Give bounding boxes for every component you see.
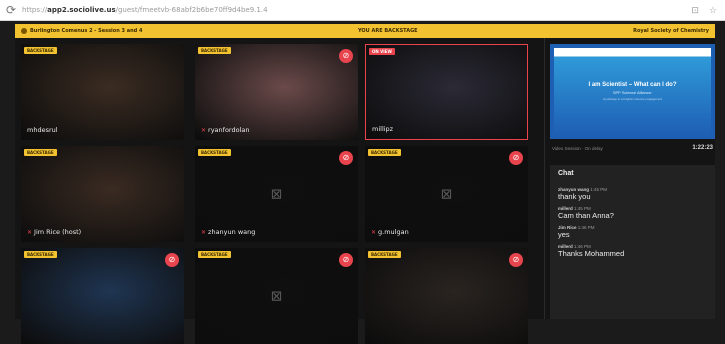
stage-badge: BACKSTAGE [198,149,231,156]
session-label: Video Session · On delay [552,145,603,151]
mic-muted-icon: ✕ [27,228,33,236]
camera-off-placeholder-icon: ⊠ [270,185,283,202]
video-off-icon[interactable]: ⊘ [339,253,353,267]
panel-divider [544,38,545,319]
event-banner: Burlington Comenus 2 - Session 3 and 4 Y… [15,24,715,38]
mic-muted-icon: ✕ [201,126,207,134]
video-tile[interactable]: BACKSTAGE ✕ Jim Rice (host) [21,146,184,242]
stage-badge: BACKSTAGE [198,47,231,54]
video-feed [365,248,528,344]
organization-name: Royal Society of Chemistry [633,28,709,34]
camera-off-placeholder-icon: ⊠ [270,287,283,304]
video-off-icon[interactable]: ⊘ [339,151,353,165]
video-tile[interactable]: BACKSTAGE ⊘ ✕ ryanfordolan [195,44,358,140]
side-panel: I am Scientist – What can I do? SPP Scie… [550,44,715,319]
chat-text: yes [558,230,570,239]
url-host: app2.sociolive.us [47,6,116,14]
reload-icon[interactable]: ⟳ [0,3,22,17]
url-text[interactable]: https://app2.sociolive.us/guest/fmeetvb-… [22,6,665,14]
participant-name-label: g.mulgan [378,228,409,236]
participant-name-label: ryanfordolan [208,126,250,134]
browser-address-bar[interactable]: ⟳ https://app2.sociolive.us/guest/fmeetv… [0,0,725,21]
presentation-slide[interactable]: I am Scientist – What can I do? SPP Scie… [550,44,715,139]
participant-name-label: millipz [372,125,394,133]
participant-name: ✕ zhanyun wang [201,228,255,236]
video-feed [21,248,184,344]
stage-badge: BACKSTAGE [368,251,401,258]
video-tile[interactable]: BACKSTAGE ⊘ [365,248,528,344]
participant-name: mhdesrul [27,126,58,134]
chat-message: Jim Rice 1:46 PM yes [558,225,707,239]
url-path: /guest/fmeetvb-68abf2b6be70ff9d4be9.1.4 [115,6,268,14]
camera-off-placeholder-icon: ⊠ [440,185,453,202]
video-tile[interactable]: BACKSTAGE ⊘ [21,248,184,344]
bookmark-icon[interactable]: ☆ [709,5,717,16]
stage-badge: BACKSTAGE [198,251,231,258]
participant-name-label: Jim Rice (host) [34,228,82,236]
stage-badge: BACKSTAGE [24,251,57,258]
participant-name-label: mhdesrul [27,126,58,134]
url-scheme: https:// [22,6,48,14]
session-meta: Video Session · On delay 1:22:23 [550,142,715,154]
extensions-icon[interactable]: ⊡ [691,5,699,16]
stage-area: BACKSTAGE mhdesrul BACKSTAGE ⊘ ✕ ryanfordolan… [15,38,715,344]
chat-text: thank you [558,192,591,201]
video-off-icon[interactable]: ⊘ [165,253,179,267]
chat-message-list[interactable]: zhanyun wang 1:45 PM thank you millerd 1:4… [558,187,707,258]
video-off-icon[interactable]: ⊘ [509,151,523,165]
chat-message: millerd 1:46 PM Thanks Mohammed [558,244,707,258]
participant-name: millipz [372,125,393,133]
video-off-icon[interactable]: ⊘ [339,49,353,63]
chat-panel: Chat zhanyun wang 1:45 PM thank you miller… [550,165,715,319]
backstage-status: YOU ARE BACKSTAGE [357,28,418,34]
stage-badge: BACKSTAGE [24,47,57,54]
video-off-icon[interactable]: ⊘ [509,253,523,267]
stage-badge: BACKSTAGE [24,149,57,156]
session-timer: 1:22:23 [692,145,713,151]
chat-message: zhanyun wang 1:45 PM thank you [558,187,707,201]
stage-badge: ON VIEW [369,48,395,55]
slide-subtitle: SPP Science Alliance: [612,90,653,95]
event-title: Burlington Comenus 2 - Session 3 and 4 [30,28,143,34]
slide-title: I am Scientist – What can I do? [588,82,677,88]
participant-name: ✕ g.mulgan [371,228,409,236]
mic-muted-icon: ✕ [371,228,377,236]
participant-name-label: zhanyun wang [208,228,256,236]
video-tile[interactable]: ON VIEW millipz [365,44,528,140]
participant-name: ✕ Jim Rice (host) [27,228,81,236]
video-tile[interactable]: BACKSTAGE ⊘ ⊠ [195,248,358,344]
video-tile[interactable]: BACKSTAGE ⊘ ⊠ ✕ g.mulgan [365,146,528,242]
event-logo-icon [21,28,27,34]
chat-title: Chat [558,170,574,177]
chat-text: Cam than Anna? [558,211,614,220]
chat-message: millerd 1:45 PM Cam than Anna? [558,206,707,220]
chat-text: Thanks Mohammed [558,249,625,258]
slide-line: A pathway to a brighter science engageme… [602,97,663,101]
stage-badge: BACKSTAGE [368,149,401,156]
video-tile[interactable]: BACKSTAGE ⊘ ⊠ ✕ zhanyun wang [195,146,358,242]
mic-muted-icon: ✕ [201,228,207,236]
participant-name: ✕ ryanfordolan [201,126,250,134]
video-tile[interactable]: BACKSTAGE mhdesrul [21,44,184,140]
